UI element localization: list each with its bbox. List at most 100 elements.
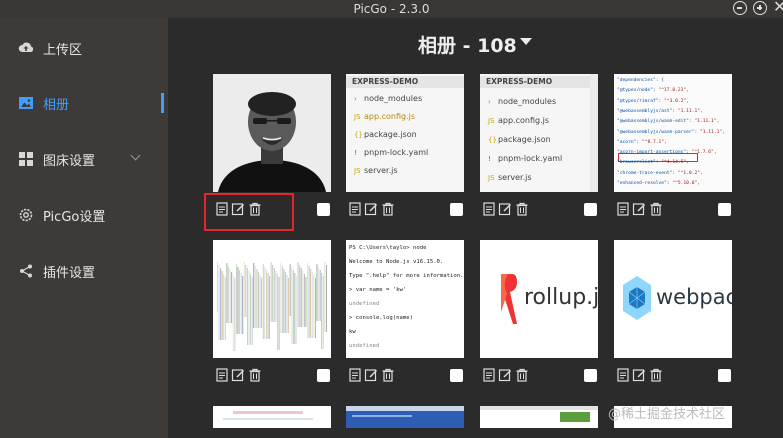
sidebar-item-gallery[interactable]: 相册	[0, 87, 168, 119]
image-thumbnail-partial[interactable]	[346, 406, 464, 428]
document-icon[interactable]	[482, 368, 496, 382]
maximize-icon[interactable]	[753, 1, 767, 15]
delete-icon[interactable]	[381, 368, 395, 382]
select-checkbox[interactable]	[317, 203, 330, 216]
minimize-icon[interactable]	[733, 1, 747, 15]
edit-icon[interactable]	[632, 202, 646, 216]
file-row: ! pnpm-lock.yaml	[488, 154, 563, 163]
terminal-line: Welcome to Node.js v16.15.0.	[349, 259, 444, 265]
image-thumbnail-json[interactable]: "dependencies": { "@types/node": "^17.0.…	[614, 74, 732, 192]
sidebar-item-label: 插件设置	[43, 265, 96, 281]
image-actions	[346, 202, 464, 218]
select-checkbox[interactable]	[450, 369, 463, 382]
document-icon[interactable]	[482, 202, 496, 216]
delete-icon[interactable]	[515, 368, 529, 382]
noise-streak	[291, 267, 293, 344]
json-line: "enhanced-resolve": "^5.10.0",	[617, 181, 700, 186]
noise-streak	[220, 268, 222, 340]
noise-streak	[284, 272, 286, 333]
noise-streak	[305, 277, 307, 327]
editor-header: EXPRESS-DEMO	[480, 76, 598, 88]
file-row: › node_modules	[354, 94, 423, 103]
image-thumbnail-noise[interactable]	[213, 240, 331, 358]
file-row: {}package.json	[488, 135, 551, 144]
delete-icon[interactable]	[515, 202, 529, 216]
noise-streak	[245, 265, 247, 317]
image-thumbnail-webpack[interactable]: webpack	[614, 240, 732, 358]
image-thumbnail-rollup[interactable]: rollup.js	[480, 240, 598, 358]
edit-icon[interactable]	[364, 202, 378, 216]
rollup-logo-icon	[501, 274, 517, 324]
delete-icon[interactable]	[248, 368, 262, 382]
terminal-line: kw	[349, 329, 356, 335]
file-row: JS app.config.js	[354, 112, 416, 121]
share-icon	[20, 264, 32, 278]
select-checkbox[interactable]	[718, 369, 731, 382]
noise-streak	[299, 265, 301, 327]
image-thumbnail-editor[interactable]: EXPRESS-DEMO › node_modules JS app.config.…	[480, 74, 598, 192]
chevron-down-icon	[130, 150, 141, 161]
gallery-title: 相册 - 108	[418, 35, 517, 57]
select-checkbox[interactable]	[584, 369, 597, 382]
noise-streak	[226, 263, 228, 323]
edit-icon[interactable]	[632, 368, 646, 382]
document-icon[interactable]	[348, 202, 362, 216]
caret-down-icon[interactable]	[520, 38, 532, 45]
terminal-line: > console.log(name)	[349, 315, 413, 321]
noise-streak	[303, 274, 305, 327]
edit-icon[interactable]	[364, 368, 378, 382]
delete-icon[interactable]	[649, 202, 663, 216]
document-icon[interactable]	[215, 368, 229, 382]
noise-streak	[267, 273, 269, 339]
portrait-photo	[213, 74, 331, 192]
close-icon[interactable]: ✕	[773, 0, 783, 16]
image-thumbnail-partial[interactable]	[480, 406, 598, 428]
edit-icon[interactable]	[498, 368, 512, 382]
terminal-line: > var name = 'kw'	[349, 287, 407, 293]
noise-streak	[243, 262, 245, 317]
sidebar-item-upload[interactable]: 上传区	[0, 32, 168, 64]
image-thumbnail-terminal[interactable]: PS C:\Users\taylo> node Welcome to Node.…	[346, 240, 464, 358]
noise-streak	[258, 272, 259, 328]
json-line: "acorn-import-assertions": "^1.7.6",	[617, 150, 717, 156]
noise-streak	[228, 266, 229, 323]
annotation-highlight	[204, 193, 294, 231]
editor-header: EXPRESS-DEMO	[346, 76, 464, 88]
noise-streak	[266, 270, 267, 339]
sidebar-item-picgo-settings[interactable]: PicGo设置	[0, 199, 168, 231]
image-thumbnail-partial[interactable]	[213, 406, 331, 428]
noise-streak	[247, 268, 248, 345]
image-actions	[614, 202, 732, 218]
noise-streak	[270, 262, 272, 322]
noise-streak	[286, 275, 288, 333]
sidebar-item-picbed-settings[interactable]: 图床设置	[0, 143, 168, 175]
noise-streak	[302, 271, 304, 327]
document-icon[interactable]	[616, 368, 630, 382]
select-checkbox[interactable]	[718, 203, 731, 216]
noise-streak	[261, 278, 263, 328]
edit-icon[interactable]	[498, 202, 512, 216]
delete-icon[interactable]	[381, 202, 395, 216]
noise-streak	[296, 276, 297, 344]
image-thumbnail-portrait[interactable]	[213, 74, 331, 192]
document-icon[interactable]	[348, 368, 362, 382]
image-actions	[346, 368, 464, 384]
select-checkbox[interactable]	[584, 203, 597, 216]
noise-graphic	[217, 262, 327, 351]
select-checkbox[interactable]	[317, 369, 330, 382]
edit-icon[interactable]	[231, 368, 245, 382]
image-actions	[213, 368, 331, 384]
delete-icon[interactable]	[649, 368, 663, 382]
partial-image	[346, 406, 464, 417]
noise-streak	[221, 271, 223, 340]
sidebar-item-plugin-settings[interactable]: 插件设置	[0, 255, 168, 287]
document-icon[interactable]	[616, 202, 630, 216]
image-thumbnail-editor[interactable]: EXPRESS-DEMO › node_modules JS app.config.…	[346, 74, 464, 192]
logo-text: rollup.js	[524, 285, 598, 310]
grid-icon	[19, 152, 33, 166]
terminal-line: Type ".help" for more information.	[349, 273, 464, 279]
select-checkbox[interactable]	[450, 203, 463, 216]
json-line: "@webassemblyjs/ast": "1.11.1",	[617, 108, 703, 114]
gear-icon	[19, 208, 33, 222]
noise-streak	[232, 275, 234, 351]
